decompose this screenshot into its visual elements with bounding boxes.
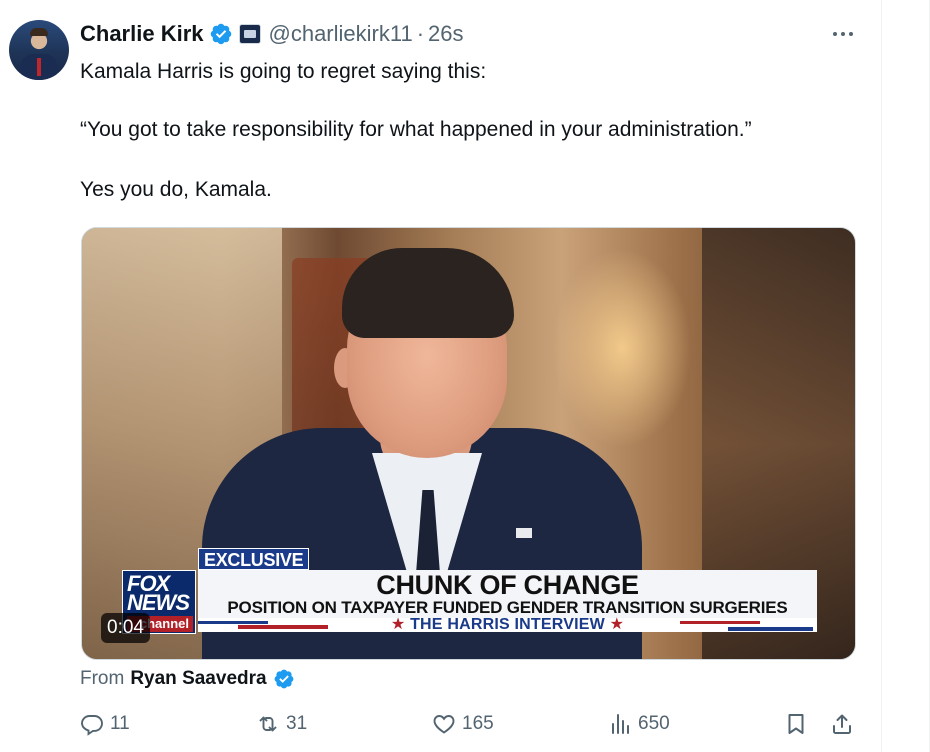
chyron: CHUNK OF CHANGE POSITION ON TAXPAYER FUN… (198, 570, 817, 633)
author-avatar[interactable] (9, 20, 69, 80)
reply-icon (81, 715, 103, 736)
more-icon[interactable] (829, 22, 857, 46)
exclusive-label: EXCLUSIVE (198, 548, 310, 570)
video-attribution: From Ryan Saavedra (80, 668, 295, 690)
verified-badge-icon (210, 23, 231, 45)
reply-button[interactable]: 11 (80, 708, 130, 740)
video-duration: 0:04 (101, 613, 150, 643)
reply-count: 11 (110, 713, 130, 734)
author-name[interactable]: Charlie Kirk (80, 21, 204, 47)
views-icon (612, 714, 629, 734)
attribution-source-link[interactable]: Ryan Saavedra (130, 668, 266, 690)
like-icon (433, 715, 455, 734)
tweet-text-line-3: Yes you do, Kamala. (80, 178, 272, 201)
tweet-timestamp[interactable]: 26s (428, 21, 463, 47)
tweet-text-line-1: Kamala Harris is going to regret saying … (80, 60, 487, 83)
bookmark-icon (788, 714, 804, 734)
repost-count: 31 (286, 713, 308, 734)
like-count: 165 (462, 713, 494, 734)
news-lower-third: FOX NEWS channel EXCLUSIVE CHUNK OF CHAN… (122, 548, 817, 640)
tweet-card[interactable]: Charlie Kirk @charliekirk11 · 26s Kamala… (0, 0, 882, 752)
star-icon: ★ (609, 616, 625, 633)
chyron-subheadline: POSITION ON TAXPAYER FUNDED GENDER TRANS… (227, 598, 788, 617)
views-count: 650 (638, 713, 670, 734)
affiliation-badge-icon[interactable] (238, 24, 261, 44)
tweet-header: Charlie Kirk @charliekirk11 · 26s (80, 20, 464, 48)
ticker-text: THE HARRIS INTERVIEW (410, 616, 605, 633)
tweet-text-line-2: “You got to take responsibility for what… (80, 118, 752, 141)
bookmark-button[interactable] (784, 708, 808, 740)
repost-button[interactable]: 31 (256, 708, 307, 740)
attribution-prefix: From (80, 668, 125, 689)
video-player[interactable]: FOX NEWS channel EXCLUSIVE CHUNK OF CHAN… (81, 227, 856, 660)
header-separator: · (416, 21, 425, 46)
chyron-headline: CHUNK OF CHANGE (376, 570, 639, 600)
star-icon: ★ (390, 616, 406, 633)
verified-badge-icon (274, 669, 293, 689)
views-button[interactable]: 650 (608, 708, 670, 740)
share-button[interactable] (830, 708, 854, 740)
tweet-actions: 11 31 165 650 (80, 708, 860, 740)
right-rail (882, 0, 930, 752)
author-handle[interactable]: @charliekirk11 (269, 21, 413, 47)
repost-icon (259, 716, 277, 732)
share-icon (833, 714, 851, 734)
like-button[interactable]: 165 (432, 708, 494, 740)
chyron-ticker: ★ THE HARRIS INTERVIEW ★ (198, 616, 817, 633)
